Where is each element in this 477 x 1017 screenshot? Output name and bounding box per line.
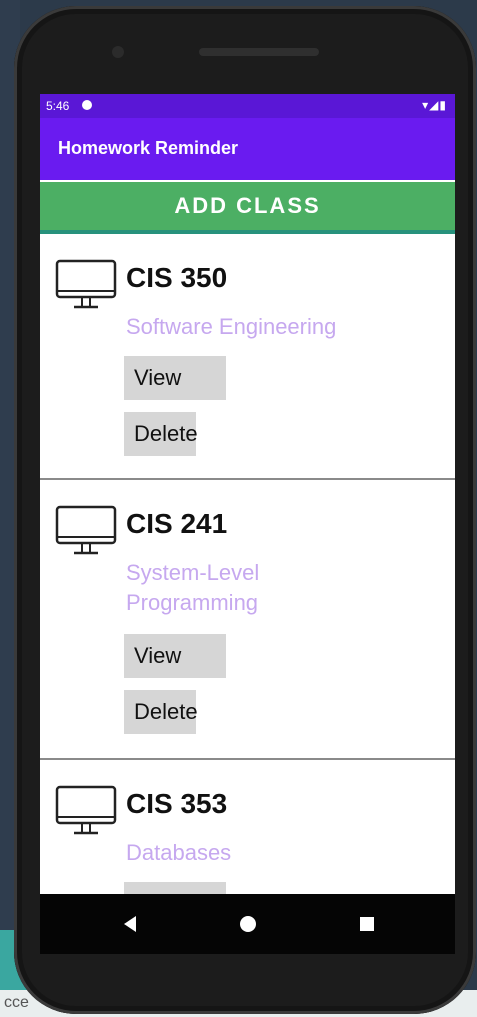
class-code: CIS 353 — [126, 788, 228, 819]
navigation-bar — [40, 894, 455, 954]
class-name: Software Engineering — [126, 314, 337, 339]
status-icons: ▾◢▮ — [422, 98, 447, 112]
recent-apps-icon[interactable] — [360, 917, 374, 931]
status-time: 5:46 — [46, 99, 70, 113]
class-card: CIS 241 System-Level Programming View De… — [40, 480, 455, 760]
delete-button[interactable]: Delete — [124, 412, 198, 456]
class-code: CIS 241 — [126, 508, 228, 539]
monitor-icon — [55, 785, 117, 835]
monitor-icon — [55, 505, 117, 555]
class-name: System-Level Programming — [126, 560, 260, 615]
notification-icon — [82, 100, 92, 110]
home-icon[interactable] — [240, 916, 256, 932]
class-card: CIS 350 Software Engineering View Delete — [40, 234, 455, 480]
add-class-button[interactable]: ADD CLASS — [40, 182, 455, 230]
app-title: Homework Reminder — [58, 138, 239, 158]
back-icon[interactable] — [124, 916, 136, 932]
status-bar: 5:46 ▾◢▮ — [40, 94, 455, 118]
class-code: CIS 350 — [126, 262, 228, 293]
view-button[interactable]: View — [124, 634, 226, 678]
view-button[interactable]: View — [124, 356, 226, 400]
delete-button[interactable]: Delete — [124, 690, 198, 734]
class-name: Databases — [126, 840, 232, 865]
speaker-grille — [199, 48, 319, 56]
monitor-icon — [55, 259, 117, 309]
camera-icon — [112, 46, 124, 58]
app-bar: Homework Reminder — [40, 118, 455, 180]
app-screen: 5:46 ▾◢▮ Homework Reminder ADD CLASS CIS… — [40, 94, 455, 944]
background-text: cce — [4, 994, 29, 1011]
